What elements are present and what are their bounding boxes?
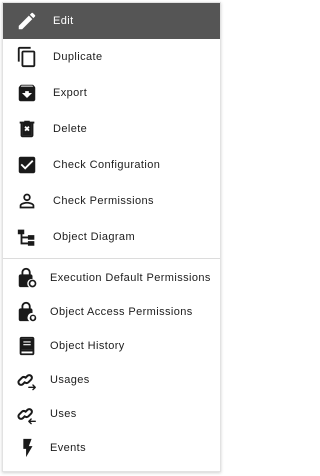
book-icon: [16, 335, 38, 357]
menu-item-uses[interactable]: Uses: [3, 397, 220, 431]
lightning-icon: [16, 437, 38, 459]
lock-link-icon: [16, 267, 38, 289]
menu-item-label: Edit: [53, 15, 74, 27]
menu-item-export[interactable]: Export: [3, 75, 220, 111]
archive-icon: [16, 82, 38, 104]
menu-item-label: Delete: [53, 123, 88, 135]
link-arrow-left-icon: [16, 403, 38, 425]
menu-item-label: Events: [50, 442, 87, 454]
menu-item-label: Usages: [50, 374, 90, 386]
menu-item-label: Object History: [50, 340, 125, 352]
menu-item-label: Check Permissions: [53, 195, 154, 207]
menu-item-check-permissions[interactable]: Check Permissions: [3, 183, 220, 219]
menu-item-edit[interactable]: Edit: [3, 3, 220, 39]
menu-item-duplicate[interactable]: Duplicate: [3, 39, 220, 75]
menu-item-execution-default-permissions[interactable]: Execution Default Permissions: [3, 261, 220, 295]
menu-item-object-access-permissions[interactable]: Object Access Permissions: [3, 295, 220, 329]
sitemap-icon: [16, 226, 38, 248]
person-icon: [16, 190, 38, 212]
menu-item-events[interactable]: Events: [3, 431, 220, 465]
menu-item-label: Export: [53, 87, 88, 99]
trash-icon: [16, 118, 38, 140]
context-menu: Edit Duplicate Export Delete Check Confi…: [2, 2, 221, 472]
menu-item-check-configuration[interactable]: Check Configuration: [3, 147, 220, 183]
lock-shield-icon: [16, 301, 38, 323]
menu-item-object-diagram[interactable]: Object Diagram: [3, 219, 220, 255]
copy-icon: [16, 46, 38, 68]
menu-item-label: Check Configuration: [53, 159, 161, 171]
menu-item-usages[interactable]: Usages: [3, 363, 220, 397]
pencil-icon: [16, 10, 38, 32]
menu-divider: [3, 258, 220, 259]
menu-item-label: Uses: [50, 408, 77, 420]
menu-item-label: Duplicate: [53, 51, 103, 63]
link-arrow-right-icon: [16, 369, 38, 391]
menu-item-object-history[interactable]: Object History: [3, 329, 220, 363]
menu-item-label: Object Diagram: [53, 231, 136, 243]
menu-item-label: Object Access Permissions: [50, 306, 193, 318]
menu-item-delete[interactable]: Delete: [3, 111, 220, 147]
checkbox-checked-icon: [16, 154, 38, 176]
menu-item-label: Execution Default Permissions: [50, 272, 211, 284]
